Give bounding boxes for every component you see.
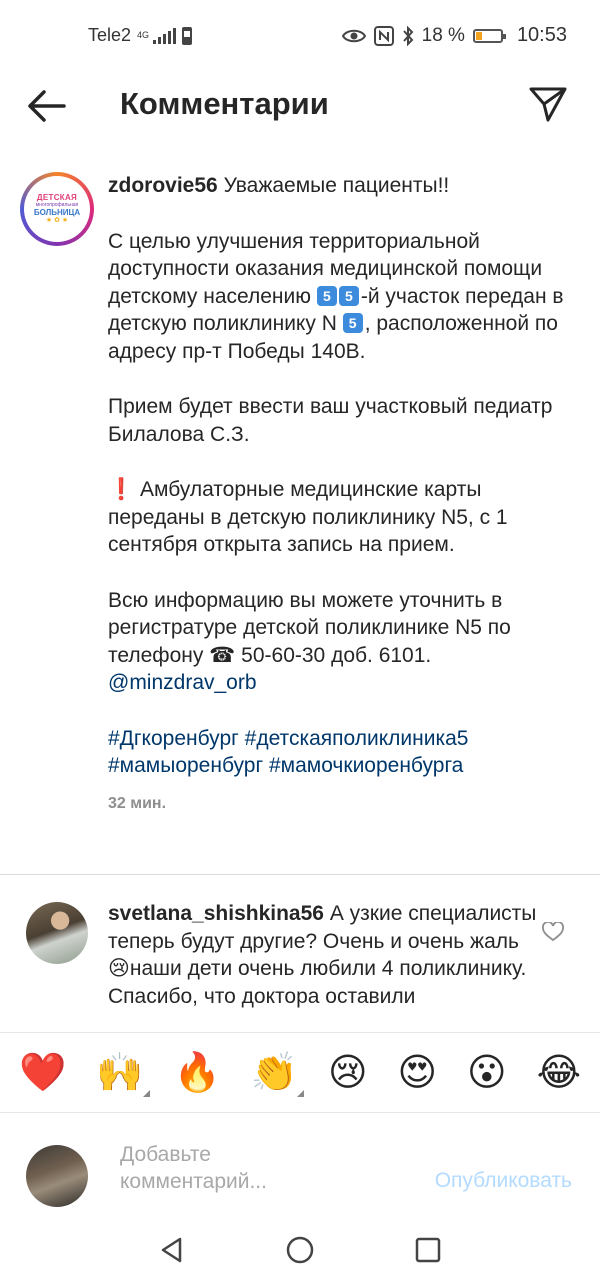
back-arrow-icon[interactable] [24,88,68,124]
post-timestamp: 32 мин. [108,794,167,812]
avatar [26,1145,88,1207]
keycap-5-icon: 5 [338,285,359,306]
caption-para2: Прием будет ввести ваш участковый педиат… [108,395,553,446]
like-heart-icon[interactable] [542,922,564,942]
signal-icon [153,27,177,44]
hashtag-link[interactable]: #Дгкоренбург [108,727,239,750]
clapping-hands-emoji-button[interactable]: 👏 [251,1053,305,1097]
exclamation-icon: ❗ [108,478,135,501]
battery-icon [472,28,506,43]
bluetooth-icon [402,25,413,46]
caption-para3: Амбулаторные медицинские карты переданы … [108,478,508,556]
keycap-5-icon: 5 [316,285,337,306]
divider [0,874,600,875]
carrier-label: Tele2 [88,25,132,45]
status-bar: Tele2 4G 18 % 10:53 [0,0,600,70]
keycap-5-icon: 5 [342,313,363,333]
hashtag-link[interactable]: #детскаяполиклиника5 [245,727,469,750]
tears-of-joy-emoji-button[interactable]: 😂 [537,1053,581,1093]
logo-line3: БОЛЬНИЦА [33,208,81,217]
post-username[interactable]: zdorovie56 [108,174,218,197]
hashtag-link[interactable]: #мамочкиоренбурга [269,754,463,777]
comment-item: svetlana_shishkina56 А узкие специалисты… [0,896,600,1032]
heart-eyes-emoji-button[interactable]: 😍 [398,1053,438,1093]
network-label: 4G [137,30,150,40]
fire-emoji-button[interactable]: 🔥 [173,1053,220,1093]
comment-composer: Добавьте комментарий... Опубликовать [0,1112,600,1217]
crying-face-emoji-button[interactable]: 😢 [328,1053,368,1093]
avatar[interactable] [26,902,88,964]
emoji-reaction-bar: ❤️ 🙌 🔥 👏 😢 😍 😮 😂 [0,1032,600,1112]
send-icon[interactable] [528,84,568,124]
caption-para4: Всю информацию вы можете уточнить в реги… [108,588,511,667]
caption-intro: Уважаемые пациенты!! [223,174,450,197]
red-heart-emoji-button[interactable]: ❤️ [19,1053,66,1093]
back-triangle-icon[interactable] [158,1236,186,1264]
app-header: Комментарии [0,70,600,150]
comment-username[interactable]: svetlana_shishkina56 [108,902,324,925]
comment-text: svetlana_shishkina56 А узкие специалисты… [108,900,538,1010]
page-title: Комментарии [120,86,329,121]
hashtag-link[interactable]: #мамыоренбург [108,754,263,777]
publish-button[interactable]: Опубликовать [435,1169,572,1193]
clock: 10:53 [516,24,567,46]
caption-text: zdorovie56 Уважаемые пациенты!! С целью … [108,172,578,817]
logo-line1: ДЕТСКАЯ [36,193,78,202]
avatar[interactable]: ДЕТСКАЯ многопрофильная БОЛЬНИЦА ★ ✿ ★ [20,172,94,246]
comment-input[interactable]: Добавьте комментарий... [120,1141,320,1195]
sim-icon [182,26,193,45]
crying-emoji: 😢 [108,957,130,980]
home-circle-icon[interactable] [286,1236,314,1264]
comment-body-b: наши дети очень любили 4 поликлинику. Сп… [108,957,527,1008]
logo-decoration: ★ ✿ ★ [45,217,69,224]
mention-link[interactable]: @minzdrav_orb [108,671,257,694]
recents-square-icon[interactable] [414,1236,442,1264]
system-nav-bar [0,1216,600,1282]
surprised-face-emoji-button[interactable]: 😮 [467,1053,507,1093]
battery-percent: 18 % [421,24,465,46]
status-right: 18 % 10:53 [341,24,567,47]
raising-hands-emoji-button[interactable]: 🙌 [96,1053,150,1097]
hospital-logo: ДЕТСКАЯ многопрофильная БОЛЬНИЦА ★ ✿ ★ [24,176,90,242]
status-left: Tele2 4G [88,25,194,46]
eye-icon [341,29,366,42]
nfc-icon [373,25,394,46]
